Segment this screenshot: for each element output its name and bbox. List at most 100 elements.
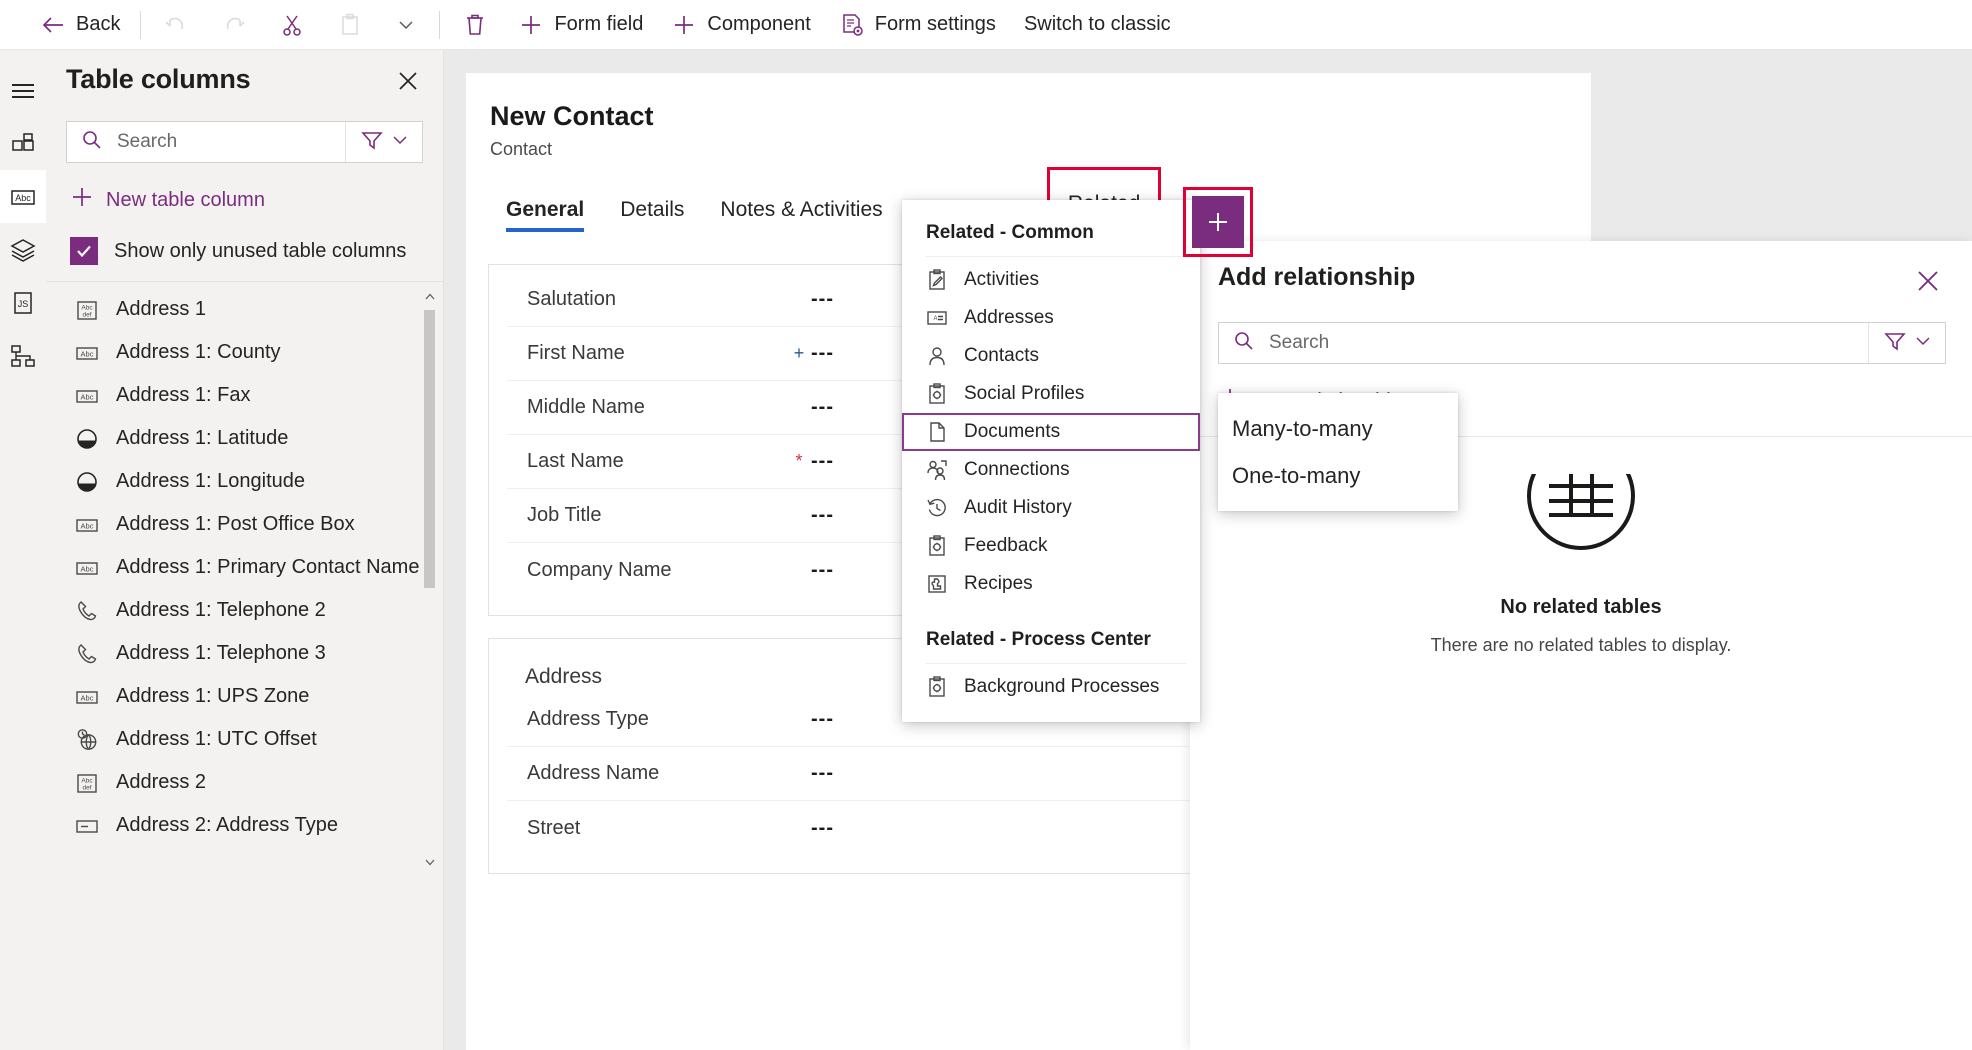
list-scrollbar[interactable] bbox=[423, 290, 436, 868]
search-input-wrap[interactable] bbox=[1219, 323, 1868, 363]
svg-text:Abc: Abc bbox=[15, 193, 31, 203]
list-item[interactable]: Address 2: Address Type bbox=[46, 804, 443, 847]
menu-group-heading: Related - Process Center bbox=[926, 629, 1151, 650]
tab-label: Notes & Activities bbox=[720, 198, 883, 221]
list-item[interactable]: Abc Address 1: County bbox=[46, 331, 443, 374]
scroll-down-arrow-icon[interactable] bbox=[423, 855, 436, 868]
svg-text:Abc: Abc bbox=[81, 304, 93, 311]
close-icon[interactable] bbox=[391, 64, 425, 103]
list-item[interactable]: Abc Address 1: Fax bbox=[46, 374, 443, 417]
form-field-label: Middle Name bbox=[527, 396, 645, 418]
list-item[interactable]: Abc def Address 1 bbox=[46, 288, 443, 331]
scrollbar-thumb[interactable] bbox=[424, 310, 435, 588]
list-item-label: Address 1: Longitude bbox=[116, 470, 306, 492]
menu-group-heading: Related - Common bbox=[926, 222, 1094, 243]
form-field-label: Company Name bbox=[527, 558, 672, 581]
timezone-icon bbox=[74, 728, 100, 752]
hamburger-menu-icon[interactable] bbox=[0, 64, 46, 117]
list-item[interactable]: Abc Address 1: Primary Contact Name bbox=[46, 546, 443, 589]
paste-icon bbox=[337, 12, 363, 38]
layers-icon[interactable] bbox=[0, 223, 46, 276]
text-icon: Abc bbox=[74, 513, 100, 537]
list-item-label: Address 1: Telephone 3 bbox=[116, 642, 326, 664]
list-item[interactable]: Address 1: UTC Offset bbox=[46, 718, 443, 761]
list-item[interactable]: Address 1: Latitude bbox=[46, 417, 443, 460]
add-relationship-header: Add relationship bbox=[1190, 241, 1972, 304]
sitemap-icon[interactable] bbox=[0, 329, 46, 382]
undo-button[interactable] bbox=[147, 4, 205, 46]
show-unused-checkbox-label: Show only unused table columns bbox=[114, 239, 407, 262]
menu-item-audit-history[interactable]: Audit History bbox=[902, 489, 1200, 527]
page-subtitle: Contact bbox=[490, 139, 553, 159]
search-input-wrap[interactable] bbox=[67, 122, 345, 162]
checkbox[interactable] bbox=[70, 237, 98, 265]
menu-item-addresses[interactable]: A Addresses bbox=[902, 299, 1200, 337]
components-icon[interactable] bbox=[0, 117, 46, 170]
add-relationship-plus-button[interactable] bbox=[1192, 196, 1244, 248]
search-input[interactable] bbox=[115, 130, 345, 154]
tab-details[interactable]: Details bbox=[602, 188, 702, 236]
form-settings-button[interactable]: Form settings bbox=[825, 4, 1010, 46]
form-field-required-marker: + bbox=[793, 343, 805, 363]
command-bar: Back Form field Component Form settings … bbox=[0, 0, 1972, 50]
table-columns-icon[interactable]: Abc bbox=[0, 170, 46, 223]
menu-item-background-processes[interactable]: Background Processes bbox=[902, 668, 1200, 706]
menu-item-many-to-many[interactable]: Many-to-many bbox=[1218, 405, 1458, 452]
menu-item-contacts[interactable]: Contacts bbox=[902, 337, 1200, 375]
list-item[interactable]: Address 1: Telephone 2 bbox=[46, 589, 443, 632]
menu-item-recipes[interactable]: Recipes bbox=[902, 565, 1200, 603]
list-item-label: Address 1: Primary Contact Name bbox=[116, 556, 420, 578]
redo-button[interactable] bbox=[205, 4, 263, 46]
close-icon[interactable] bbox=[1910, 263, 1946, 304]
tab-general[interactable]: General bbox=[488, 188, 602, 236]
list-item[interactable]: Abc Address 1: Post Office Box bbox=[46, 503, 443, 546]
cut-button[interactable] bbox=[263, 4, 321, 46]
menu-item-documents[interactable]: Documents bbox=[902, 413, 1200, 451]
menu-item-connections[interactable]: Connections bbox=[902, 451, 1200, 489]
switch-to-classic-button[interactable]: Switch to classic bbox=[1010, 4, 1185, 46]
menu-item-label: Recipes bbox=[964, 573, 1033, 594]
cut-icon bbox=[279, 12, 305, 38]
chevron-down-icon bbox=[1913, 331, 1933, 356]
form-field-button[interactable]: Form field bbox=[504, 4, 657, 46]
back-button[interactable]: Back bbox=[26, 4, 134, 46]
multiline-text-icon: Abc def bbox=[74, 771, 100, 795]
filter-icon bbox=[360, 128, 384, 157]
empty-table-icon bbox=[1501, 441, 1661, 576]
activity-icon bbox=[926, 269, 948, 291]
tab-notes-activities[interactable]: Notes & Activities bbox=[702, 188, 900, 236]
form-field-label: Form field bbox=[554, 13, 644, 35]
menu-item-one-to-many[interactable]: One-to-many bbox=[1218, 452, 1458, 499]
delete-button[interactable] bbox=[446, 4, 504, 46]
component-button[interactable]: Component bbox=[657, 4, 824, 46]
menu-item-activities[interactable]: Activities bbox=[902, 261, 1200, 299]
scroll-up-arrow-icon[interactable] bbox=[423, 290, 436, 303]
new-table-column-button[interactable]: New table column bbox=[70, 185, 443, 215]
plus-icon bbox=[671, 12, 697, 38]
text-icon: Abc bbox=[74, 556, 100, 580]
javascript-icon[interactable]: JS bbox=[0, 276, 46, 329]
phone-icon bbox=[74, 599, 100, 623]
list-item[interactable]: Address 1: Telephone 3 bbox=[46, 632, 443, 675]
list-item[interactable]: Address 1: Longitude bbox=[46, 460, 443, 503]
filter-button[interactable] bbox=[345, 122, 422, 162]
more-options-button[interactable] bbox=[379, 4, 433, 46]
svg-text:Abc: Abc bbox=[81, 693, 94, 702]
filter-button[interactable] bbox=[1868, 323, 1945, 363]
list-item-label: Address 1 bbox=[116, 298, 207, 320]
form-field-value: --- bbox=[811, 396, 834, 418]
show-unused-checkbox-row[interactable]: Show only unused table columns bbox=[70, 237, 443, 265]
chevron-down-icon bbox=[395, 14, 417, 36]
form-field-value: --- bbox=[811, 558, 834, 581]
table-columns-list[interactable]: Abc def Address 1 Abc Address 1: County Abc Ad… bbox=[46, 282, 443, 876]
clipboard-gear-icon bbox=[926, 535, 948, 557]
list-item[interactable]: Abc Address 1: UPS Zone bbox=[46, 675, 443, 718]
back-label: Back bbox=[76, 13, 121, 35]
paste-button[interactable] bbox=[321, 4, 379, 46]
list-item[interactable]: Abc def Address 2 bbox=[46, 761, 443, 804]
form-field-value: --- bbox=[811, 342, 834, 364]
menu-item-social-profiles[interactable]: Social Profiles bbox=[902, 375, 1200, 413]
add-relationship-search-input[interactable] bbox=[1267, 331, 1868, 355]
menu-item-feedback[interactable]: Feedback bbox=[902, 527, 1200, 565]
form-field-label: Address Type bbox=[527, 708, 649, 730]
